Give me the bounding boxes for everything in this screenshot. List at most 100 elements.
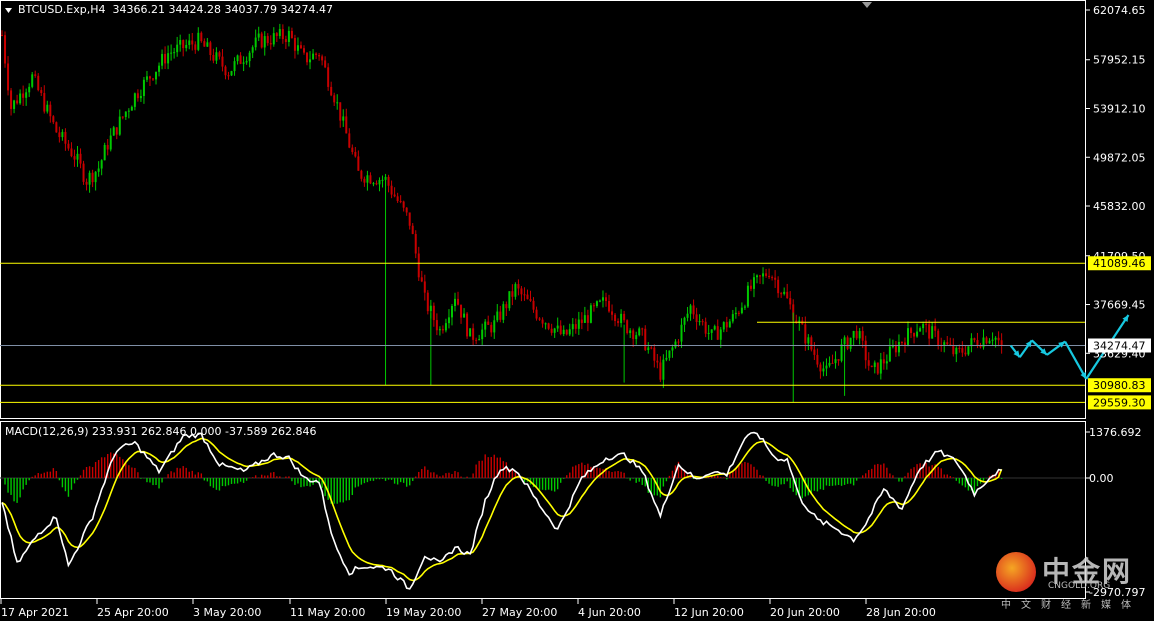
candle-body	[236, 55, 239, 62]
candle-body	[312, 53, 315, 60]
macd-signal-line	[1, 437, 1003, 582]
candle-body	[73, 156, 76, 160]
candle-body	[786, 291, 789, 299]
candle-body	[28, 86, 31, 93]
candle-body	[4, 35, 7, 64]
candle-body	[417, 253, 420, 278]
candle-body	[692, 305, 695, 315]
candle-body	[7, 63, 10, 91]
candle-body	[746, 285, 749, 307]
candle-body	[861, 331, 864, 341]
candle-body	[194, 44, 197, 50]
candle-body	[855, 331, 858, 339]
candle-body	[438, 329, 441, 331]
candle-body	[16, 100, 19, 104]
candle-body	[34, 74, 37, 76]
candle-body	[342, 116, 345, 121]
candle-body	[224, 66, 227, 76]
candle-body	[659, 362, 662, 380]
candle-body	[378, 179, 381, 185]
candle-body	[493, 320, 496, 333]
candle-body	[653, 347, 656, 361]
candle-body	[765, 273, 768, 276]
date-tick-label: 19 May 20:00	[386, 606, 461, 619]
candle-body	[1, 35, 3, 37]
candle-body	[668, 350, 671, 358]
candle-body	[608, 301, 611, 312]
candle-body	[879, 359, 882, 374]
candle-body	[67, 143, 70, 149]
candle-body	[221, 56, 224, 67]
candle-body	[290, 30, 293, 39]
candle-body	[882, 359, 885, 364]
candle-body	[345, 116, 348, 134]
chart-menu-icon[interactable]	[5, 8, 12, 13]
candle-body	[10, 90, 13, 109]
candle-body	[922, 324, 925, 329]
candle-body	[429, 305, 432, 312]
candle-body	[115, 127, 118, 135]
candle-body	[876, 362, 879, 374]
level-price-tag-label: 29559.30	[1093, 396, 1146, 409]
scroll-shift-icon[interactable]	[862, 2, 872, 8]
candle-body	[257, 33, 260, 38]
current-price-tag-label: 34274.47	[1093, 339, 1146, 352]
candle-body	[897, 341, 900, 353]
candle-body	[716, 326, 719, 340]
candle-body	[907, 328, 909, 346]
candle-body	[139, 96, 142, 99]
candle-body	[888, 346, 891, 362]
candle-body	[13, 100, 16, 109]
candle-body	[777, 279, 780, 294]
candle-body	[611, 311, 614, 315]
candle-body	[701, 321, 704, 323]
candle-body	[299, 45, 302, 49]
candle-body	[973, 338, 976, 341]
candle-body	[37, 75, 40, 91]
candle-body	[188, 40, 191, 45]
candle-body	[176, 44, 179, 53]
candle-body	[369, 175, 372, 184]
candle-body	[399, 201, 402, 203]
candle-body	[173, 52, 176, 54]
candle-body	[55, 122, 58, 133]
candle-body	[49, 104, 52, 117]
candle-body	[662, 359, 665, 380]
candle-body	[381, 179, 384, 181]
candle-body	[218, 52, 221, 57]
price-tick-label: 45832.00	[1093, 200, 1146, 213]
candle-body	[629, 330, 632, 334]
price-tick-label: 53912.10	[1093, 103, 1146, 116]
macd-indicator-label: MACD(12,26,9) 233.931 262.846 0.000 -37.…	[5, 425, 317, 438]
candle-body	[478, 339, 481, 341]
candle-body	[441, 329, 444, 331]
candle-body	[499, 311, 502, 320]
candle-body	[212, 55, 215, 61]
candle-body	[937, 330, 940, 346]
candle-body	[19, 93, 22, 104]
candle-body	[155, 71, 158, 80]
candle-body	[463, 313, 466, 318]
candle-body	[118, 116, 121, 135]
candle-body	[293, 38, 296, 51]
candle-body	[109, 135, 112, 150]
candle-body	[743, 306, 746, 308]
date-tick-label: 3 May 20:00	[193, 606, 261, 619]
candle-body	[435, 320, 438, 331]
candle-body	[870, 365, 873, 368]
candle-body	[858, 331, 861, 339]
candle-body	[891, 345, 894, 347]
candle-body	[490, 324, 493, 333]
candle-body	[200, 32, 203, 42]
candle-body	[638, 328, 641, 336]
candle-body	[632, 330, 635, 340]
candle-body	[263, 36, 266, 48]
candle-body	[136, 93, 139, 99]
watermark: 中金网 CNGOLD.ORG 中文财经新媒体	[996, 548, 1146, 614]
price-tick-label: 57952.15	[1093, 54, 1146, 67]
candle-body	[191, 40, 194, 45]
candle-body	[61, 131, 64, 138]
candle-body	[734, 312, 737, 315]
candle-body	[248, 52, 251, 62]
candle-body	[752, 277, 755, 289]
